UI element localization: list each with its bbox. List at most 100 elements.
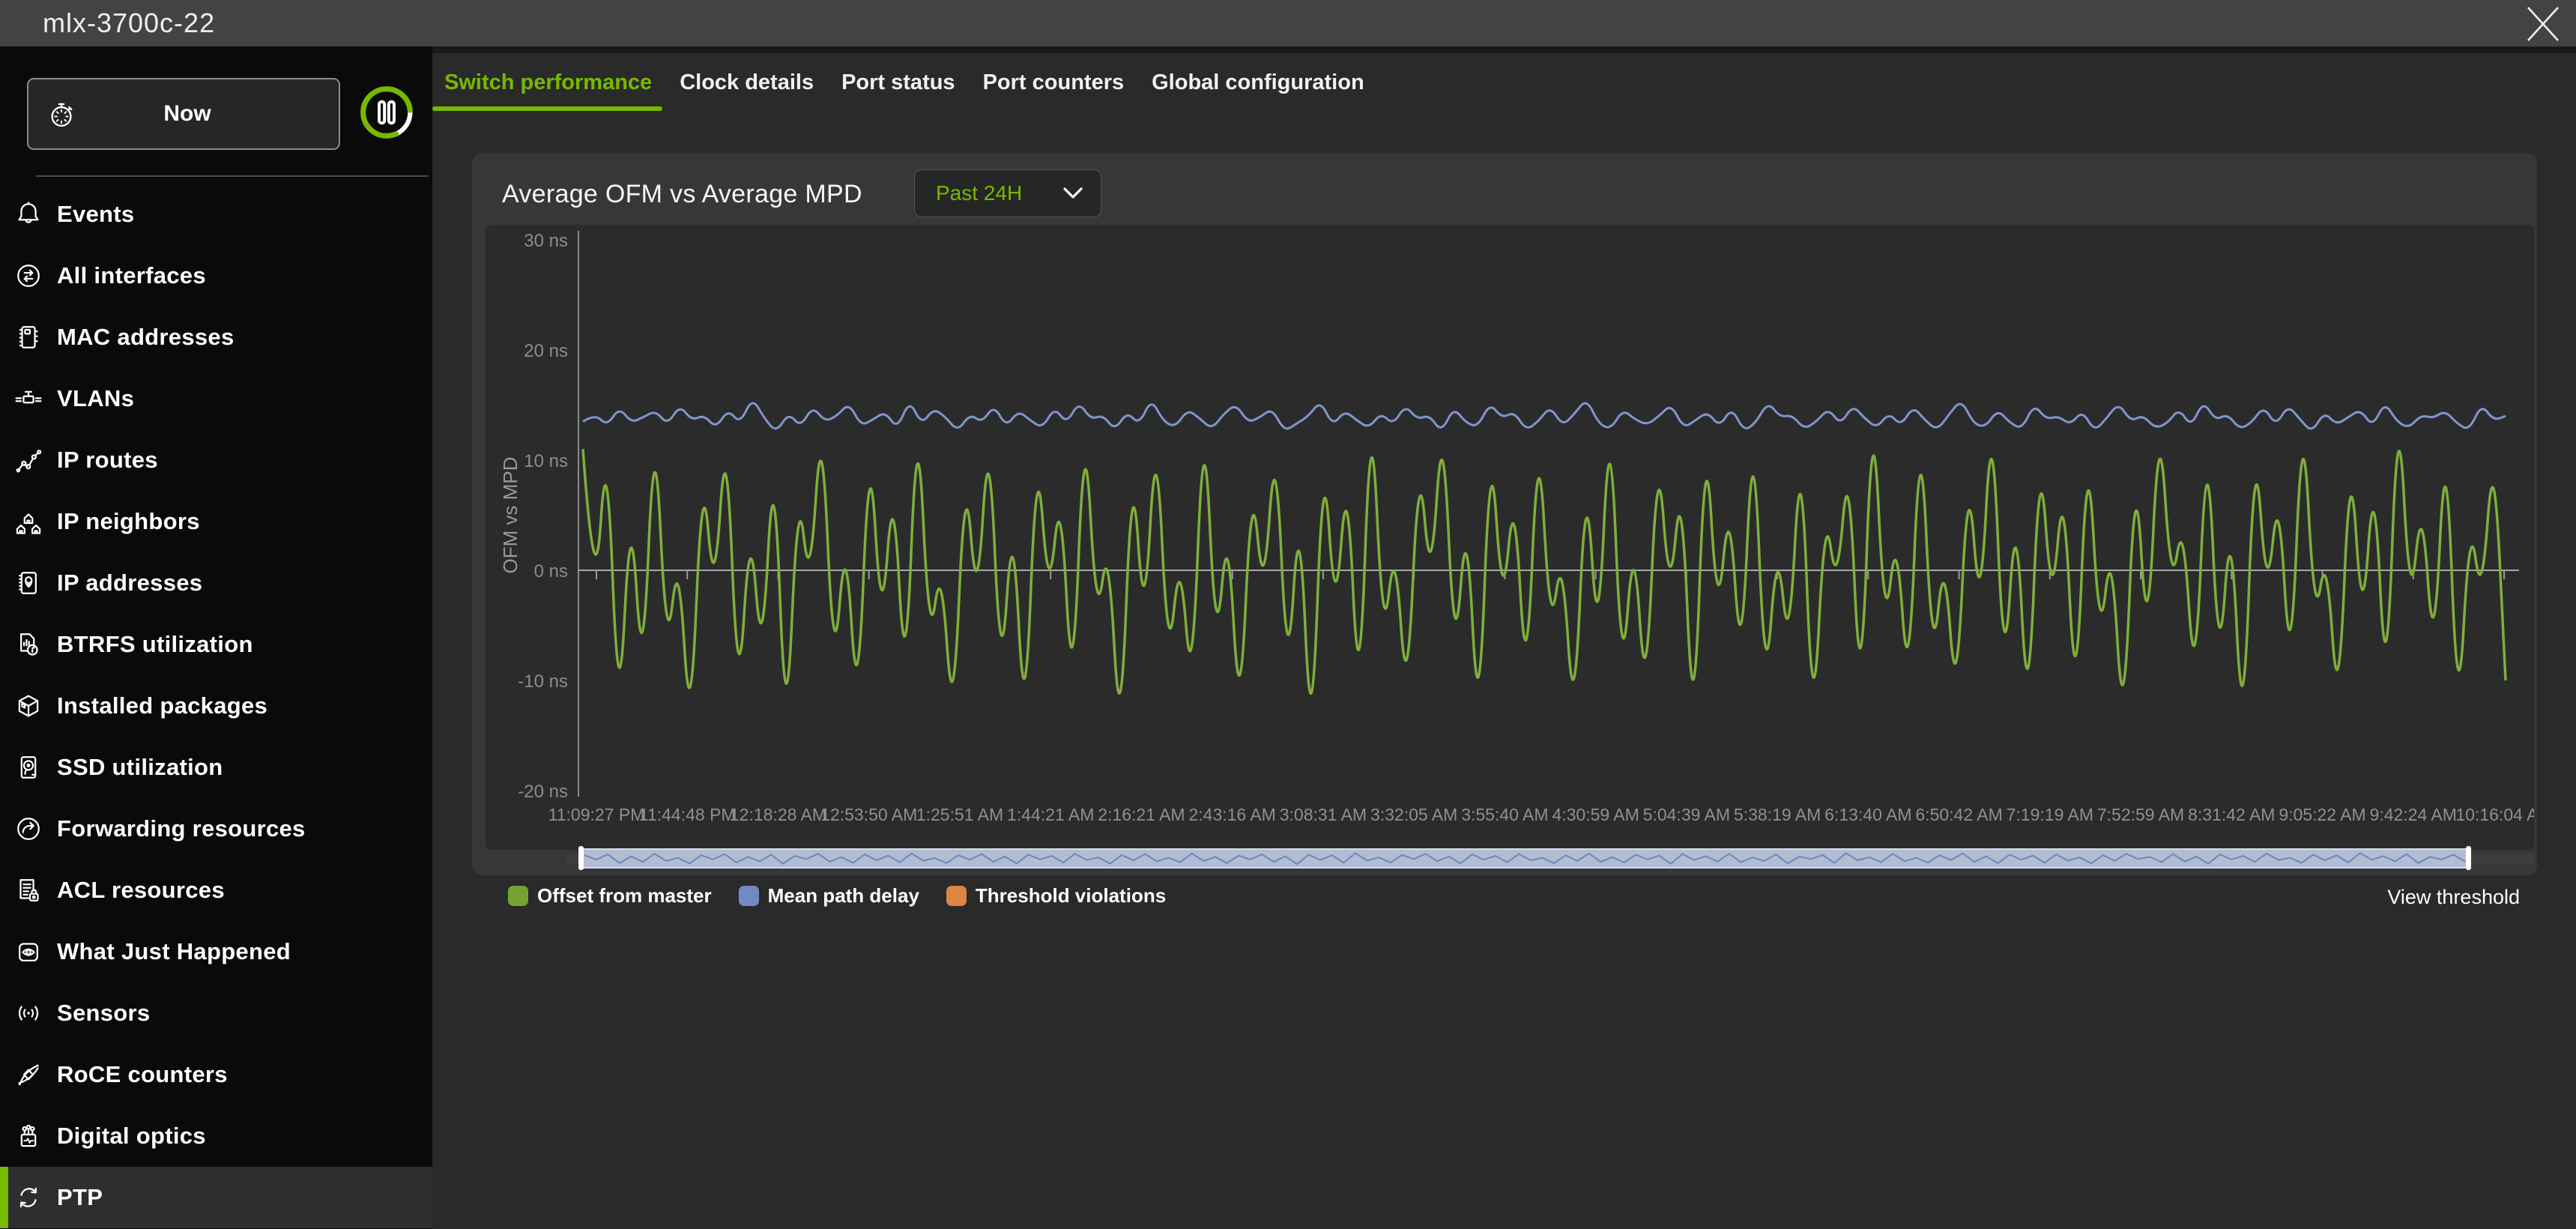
sidebar-item-ip-routes[interactable]: IP routes: [0, 429, 432, 491]
transceiver-icon: [0, 1120, 57, 1152]
sidebar-item-acl-resources[interactable]: ACL resources: [0, 860, 432, 921]
svg-text:9:05:22 AM: 9:05:22 AM: [2279, 805, 2365, 824]
package-icon: [0, 690, 57, 722]
eye-box-icon: [0, 936, 57, 967]
svg-text:10:16:04 AM: 10:16:04 AM: [2455, 805, 2534, 824]
now-button[interactable]: Now: [27, 78, 340, 150]
sidebar-item-label: IP routes: [57, 447, 158, 473]
sidebar-item-ip-addresses[interactable]: IP addresses: [0, 552, 432, 614]
svg-text:6:50:42 AM: 6:50:42 AM: [1915, 805, 2002, 824]
svg-text:3:08:31 AM: 3:08:31 AM: [1280, 805, 1367, 824]
sidebar-item-label: IP neighbors: [57, 508, 200, 534]
sidebar-item-label: What Just Happened: [57, 938, 291, 964]
legend-swatch: [946, 886, 967, 906]
sidebar-item-ip-neighbors[interactable]: IP neighbors: [0, 491, 432, 552]
chart-title: Average OFM vs Average MPD: [502, 180, 862, 208]
sidebar-item-mac-addresses[interactable]: MAC addresses: [0, 307, 432, 368]
forward-circle-icon: [0, 813, 57, 845]
sidebar-item-label: Sensors: [57, 1000, 151, 1026]
pause-refresh-button[interactable]: [358, 84, 415, 141]
sidebar-item-label: Digital optics: [57, 1123, 206, 1149]
disk-icon: [0, 752, 57, 783]
tab-port-status[interactable]: Port status: [841, 70, 955, 95]
sidebar-item-ptp[interactable]: PTP: [0, 1167, 432, 1228]
svg-text:8:31:42 AM: 8:31:42 AM: [2188, 805, 2275, 824]
chart-card: Average OFM vs Average MPD Past 24H 30 n…: [472, 153, 2537, 875]
svg-text:-20 ns: -20 ns: [518, 782, 568, 802]
active-tab-underline: [432, 106, 662, 111]
svg-text:OFM vs MPD: OFM vs MPD: [499, 457, 521, 574]
svg-text:0 ns: 0 ns: [534, 561, 568, 582]
tab-switch-performance[interactable]: Switch performance: [444, 70, 652, 95]
sidebar-item-what-just-happened[interactable]: What Just Happened: [0, 921, 432, 982]
sidebar-item-events[interactable]: Events: [0, 184, 432, 245]
time-range-value: Past 24H: [936, 181, 1023, 205]
sidebar-item-vlans[interactable]: VLANs: [0, 368, 432, 429]
chart-brush-scrollbar[interactable]: [578, 845, 2471, 871]
sidebar-item-label: RoCE counters: [57, 1061, 228, 1087]
tab-clock-details[interactable]: Clock details: [680, 70, 814, 95]
svg-text:12:18:28 AM: 12:18:28 AM: [730, 805, 826, 824]
sidebar-item-label: PTP: [57, 1184, 103, 1210]
svg-text:2:16:21 AM: 2:16:21 AM: [1098, 805, 1185, 824]
sidebar-item-installed-packages[interactable]: Installed packages: [0, 675, 432, 737]
svg-text:3:55:40 AM: 3:55:40 AM: [1461, 805, 1548, 824]
time-range-dropdown[interactable]: Past 24H: [914, 169, 1101, 217]
svg-text:11:44:48 PM: 11:44:48 PM: [639, 805, 736, 824]
book-pin-icon: [0, 567, 57, 599]
svg-text:2:43:16 AM: 2:43:16 AM: [1188, 805, 1275, 824]
svg-text:1:44:21 AM: 1:44:21 AM: [1007, 805, 1094, 824]
sidebar-item-digital-optics[interactable]: Digital optics: [0, 1105, 432, 1167]
sidebar-item-label: VLANs: [57, 385, 135, 411]
sidebar-divider: [36, 175, 429, 177]
tab-port-counters[interactable]: Port counters: [983, 70, 1125, 95]
sidebar-item-label: SSD utilization: [57, 754, 223, 780]
legend-item-offset-from-master[interactable]: Offset from master: [508, 884, 712, 908]
sidebar-item-roce-counters[interactable]: RoCE counters: [0, 1044, 432, 1105]
vlan-node-icon: [0, 383, 57, 414]
sidebar-item-label: IP addresses: [57, 570, 203, 596]
sidebar-item-forwarding-resources[interactable]: Forwarding resources: [0, 798, 432, 860]
ofm-mpd-chart: 30 ns 20 ns 10 ns 0 ns -10 ns -20 ns OFM vs MP…: [499, 231, 2534, 824]
svg-text:30 ns: 30 ns: [524, 231, 568, 251]
chevron-down-icon: [1063, 187, 1083, 199]
sync-arrows-icon: [0, 1182, 57, 1213]
sidebar-item-ssd-utilization[interactable]: SSD utilization: [0, 737, 432, 798]
sidebar-item-all-interfaces[interactable]: All interfaces: [0, 245, 432, 307]
svg-text:1:25:51 AM: 1:25:51 AM: [916, 805, 1003, 824]
sidebar-item-label: Installed packages: [57, 692, 268, 719]
svg-text:7:52:59 AM: 7:52:59 AM: [2097, 805, 2184, 824]
svg-text:5:38:19 AM: 5:38:19 AM: [1734, 805, 1821, 824]
legend-item-mean-path-delay[interactable]: Mean path delay: [738, 884, 919, 908]
neighbors-icon: [0, 506, 57, 537]
doc-lock-icon: [0, 875, 57, 906]
sidebar-item-label: ACL resources: [57, 877, 225, 903]
svg-text:-10 ns: -10 ns: [518, 671, 568, 692]
chart-legend: Offset from master Mean path delay Thres…: [508, 884, 1166, 908]
sidebar-item-sensors[interactable]: Sensors: [0, 982, 432, 1044]
legend-swatch: [738, 886, 759, 906]
legend-label: Offset from master: [537, 884, 712, 907]
signal-waves-icon: [0, 997, 57, 1029]
sidebar-nav: Events All interfaces MAC addresses VLAN…: [0, 184, 432, 1228]
sidebar-item-label: All interfaces: [57, 262, 206, 289]
sidebar-item-label: BTRFS utilization: [57, 631, 253, 657]
view-threshold-link[interactable]: View threshold: [2387, 886, 2520, 909]
app-window: mlx-3700c-22 Now Events All interfaces M…: [0, 0, 2576, 1229]
stopwatch-icon: [45, 97, 78, 130]
route-graph-icon: [0, 444, 57, 476]
atom-icon: [0, 1059, 57, 1090]
now-button-label: Now: [163, 101, 211, 126]
svg-text:3:32:05 AM: 3:32:05 AM: [1370, 805, 1457, 824]
sidebar-item-btrfs-utilization[interactable]: BTRFS utilization: [0, 614, 432, 675]
legend-item-threshold-violations[interactable]: Threshold violations: [946, 884, 1166, 908]
tab-global-configuration[interactable]: Global configuration: [1152, 70, 1364, 95]
title-bar: mlx-3700c-22: [0, 0, 2576, 46]
close-icon[interactable]: [2522, 3, 2564, 45]
svg-text:5:04:39 AM: 5:04:39 AM: [1643, 805, 1730, 824]
sidebar: Now Events All interfaces MAC addresses …: [0, 46, 432, 1229]
svg-text:11:09:27 PM: 11:09:27 PM: [548, 805, 645, 824]
svg-text:6:13:40 AM: 6:13:40 AM: [1824, 805, 1911, 824]
window-title: mlx-3700c-22: [43, 7, 216, 38]
address-book-icon: [0, 321, 57, 353]
